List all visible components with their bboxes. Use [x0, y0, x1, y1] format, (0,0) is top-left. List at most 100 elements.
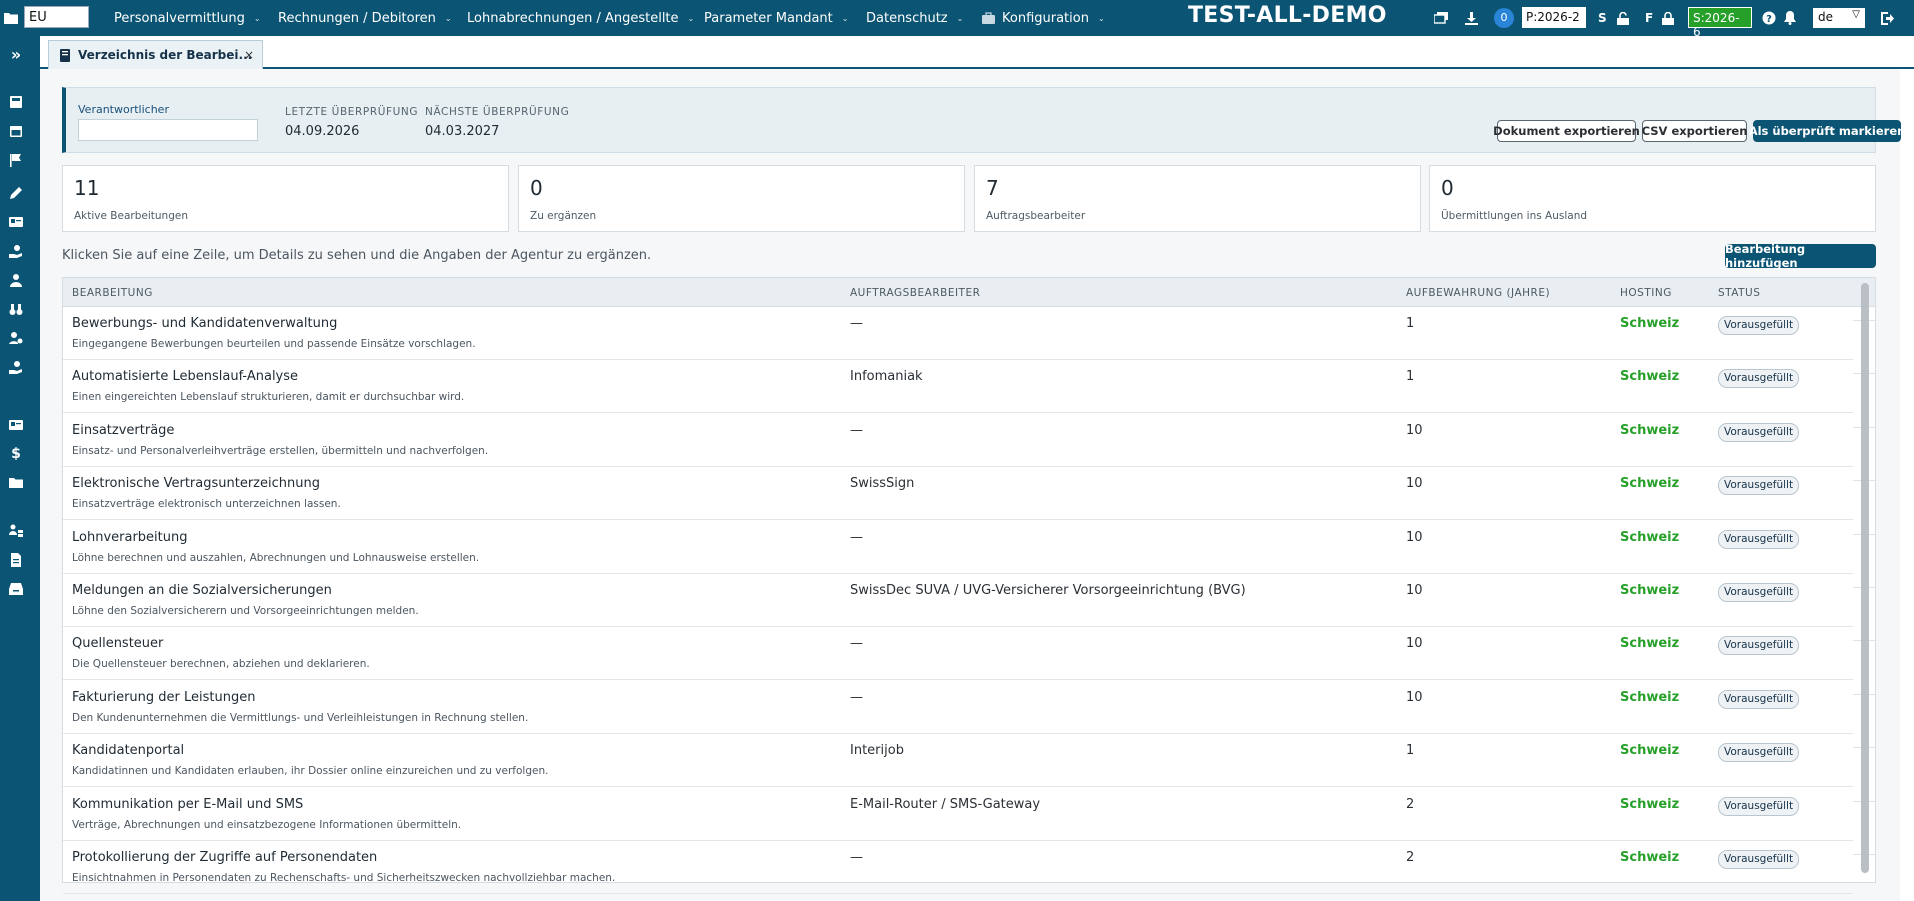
- period-s-field[interactable]: S:2026-6: [1688, 7, 1752, 39]
- processor-cell: SwissSign: [850, 476, 915, 492]
- processing-description: Die Quellensteuer berechnen, abziehen un…: [72, 658, 370, 671]
- inbox-icon[interactable]: [0, 577, 32, 601]
- export-csv-button[interactable]: CSV exportieren: [1642, 120, 1747, 142]
- person-icon[interactable]: [0, 268, 32, 292]
- chevron-down-icon: ⌄: [956, 13, 964, 23]
- column-header-processor[interactable]: AUFTRAGSBEARBEITER: [850, 287, 980, 299]
- table-row[interactable]: Kandidatenportal Kandidatinnen und Kandid…: [63, 734, 1875, 788]
- menu-datenschutz[interactable]: Datenschutz ⌄: [866, 0, 963, 36]
- person-hierarchy-icon[interactable]: [0, 519, 32, 543]
- expand-icon[interactable]: »: [0, 42, 32, 66]
- column-header-retention[interactable]: AUFBEWAHRUNG (JAHRE): [1406, 287, 1550, 299]
- menu-lohnabrechnungen[interactable]: Lohnabrechnungen / Angestellte ⌄: [467, 0, 694, 36]
- menu-parameter-mandant[interactable]: Parameter Mandant ⌄: [704, 0, 848, 36]
- bell-icon[interactable]: [1784, 0, 1796, 36]
- hosting-cell: Schweiz: [1620, 476, 1680, 492]
- mark-reviewed-button[interactable]: Als überprüft markieren: [1749, 120, 1905, 142]
- scrollbar[interactable]: [1861, 283, 1869, 873]
- scrollbar-thumb[interactable]: [1861, 283, 1869, 873]
- menu-konfiguration[interactable]: Konfiguration ⌄: [982, 0, 1105, 36]
- period-p-field[interactable]: P:2026-2: [1522, 7, 1586, 28]
- stat-foreign-transfers: 0 Übermittlungen ins Ausland: [1429, 165, 1876, 232]
- last-review-value: 04.09.2026: [285, 124, 360, 139]
- table-row[interactable]: Lohnverarbeitung Löhne berechnen und ausz…: [63, 521, 1875, 574]
- stat-value: 0: [1441, 176, 1454, 200]
- calculator-icon[interactable]: [0, 90, 32, 114]
- hosting-cell: Schweiz: [1620, 369, 1680, 385]
- left-sidebar: » $: [0, 36, 40, 901]
- table-row[interactable]: Quellensteuer Die Quellensteuer berechnen…: [63, 627, 1875, 681]
- hosting-cell: Schweiz: [1620, 850, 1680, 865]
- language-select[interactable]: de ▽: [1813, 8, 1865, 28]
- processing-description: Einen eingereichten Lebenslauf strukturi…: [72, 391, 465, 404]
- binoculars-icon[interactable]: [0, 297, 32, 321]
- stat-active-processings: 11 Aktive Bearbeitungen: [62, 165, 509, 232]
- tab-strip: Verzeichnis der Bearbei... ×: [40, 36, 1914, 69]
- help-icon[interactable]: ?: [1762, 0, 1776, 36]
- column-header-processing[interactable]: BEARBEITUNG: [72, 287, 153, 299]
- document-icon[interactable]: [0, 548, 32, 572]
- dollar-icon[interactable]: $: [0, 442, 32, 466]
- table-row[interactable]: Einsatzverträge Einsatz- und Personalverl…: [63, 414, 1875, 467]
- retention-cell: 10: [1406, 422, 1423, 438]
- responsible-input[interactable]: [78, 119, 258, 141]
- column-header-status[interactable]: STATUS: [1718, 287, 1760, 299]
- stat-processors: 7 Auftragsbearbeiter: [974, 165, 1421, 232]
- table-row[interactable]: Meldungen an die Sozialversicherungen Löh…: [63, 574, 1875, 627]
- processing-name: Kandidatenportal: [72, 743, 185, 759]
- table-row[interactable]: Bewerbungs- und Kandidatenverwaltung Eing…: [63, 307, 1875, 360]
- status-badge: Vorausgefüllt: [1718, 529, 1800, 549]
- language-value: de: [1818, 10, 1833, 24]
- tab-verzeichnis[interactable]: Verzeichnis der Bearbei... ×: [48, 40, 263, 69]
- lock-open-icon[interactable]: [1617, 0, 1629, 36]
- app-brand: TEST-ALL-DEMO: [1188, 3, 1387, 28]
- table-row[interactable]: Fakturierung der Leistungen Den Kundenunt…: [63, 681, 1875, 734]
- status-badge: Vorausgefüllt: [1718, 422, 1800, 442]
- client-field[interactable]: EU: [24, 6, 89, 28]
- processor-cell: —: [850, 529, 863, 545]
- lock-icon[interactable]: [1662, 0, 1674, 36]
- status-badge: Vorausgefüllt: [1718, 316, 1800, 335]
- processor-cell: —: [850, 689, 863, 705]
- menu-label: Datenschutz: [866, 10, 948, 26]
- add-processing-button[interactable]: Bearbeitung hinzufügen: [1725, 242, 1876, 270]
- calendar-icon[interactable]: [0, 119, 32, 143]
- stat-label: Zu ergänzen: [530, 210, 597, 222]
- id-card-icon[interactable]: [0, 413, 32, 437]
- label-s: S: [1598, 11, 1607, 25]
- chevron-down-icon: ⌄: [444, 13, 452, 23]
- retention-cell: 10: [1406, 689, 1423, 705]
- menu-label: Lohnabrechnungen / Angestellte: [467, 10, 679, 26]
- hand-money-icon[interactable]: [0, 355, 32, 379]
- id-card-icon[interactable]: [0, 210, 32, 234]
- processing-description: Kandidatinnen und Kandidaten erlauben, i…: [72, 765, 549, 778]
- download-icon[interactable]: [1465, 0, 1478, 36]
- close-icon[interactable]: ×: [244, 48, 254, 62]
- processor-cell: —: [850, 316, 863, 331]
- layers-icon[interactable]: [1434, 0, 1448, 36]
- notification-count-badge[interactable]: 0: [1494, 8, 1514, 28]
- export-document-button[interactable]: Dokument exportieren: [1493, 120, 1640, 142]
- logout-icon[interactable]: [1881, 0, 1897, 36]
- folder-icon[interactable]: [4, 0, 18, 36]
- processing-name: Bewerbungs- und Kandidatenverwaltung: [72, 316, 338, 331]
- stat-value: 0: [530, 176, 543, 200]
- processing-name: Lohnverarbeitung: [72, 529, 188, 545]
- table-row[interactable]: Protokollierung der Zugriffe auf Persone…: [63, 841, 1875, 894]
- flag-icon[interactable]: [0, 148, 32, 172]
- table-row[interactable]: Elektronische Vertragsunterzeichnung Eins…: [63, 467, 1875, 521]
- table-row[interactable]: Kommunikation per E-Mail und SMS Verträge…: [63, 788, 1875, 841]
- main-content: Verantwortlicher LETZTE ÜBERPRÜFUNG 04.0…: [40, 69, 1905, 901]
- column-header-hosting[interactable]: HOSTING: [1620, 287, 1672, 299]
- user-gear-icon[interactable]: [0, 326, 32, 350]
- processor-cell: E-Mail-Router / SMS-Gateway: [850, 796, 1041, 812]
- stat-label: Auftragsbearbeiter: [986, 210, 1086, 222]
- menu-rechnungen[interactable]: Rechnungen / Debitoren ⌄: [278, 0, 452, 36]
- hand-money-icon[interactable]: [0, 239, 32, 263]
- pencil-icon[interactable]: [0, 181, 32, 205]
- folder-icon[interactable]: [0, 471, 32, 495]
- chevron-down-icon: ⌄: [1097, 13, 1105, 23]
- menu-personalvermittlung[interactable]: Personalvermittlung ⌄: [114, 0, 261, 36]
- processor-cell: —: [850, 850, 863, 865]
- table-row[interactable]: Automatisierte Lebenslauf-Analyse Einen e…: [63, 360, 1875, 414]
